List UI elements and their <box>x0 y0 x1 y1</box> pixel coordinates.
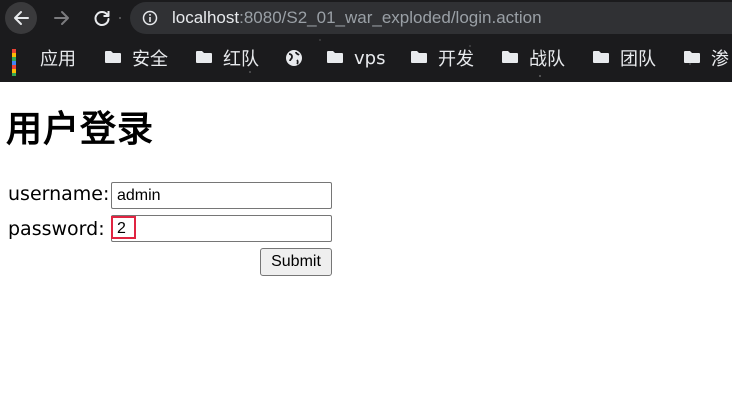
arrow-right-icon <box>54 11 69 25</box>
bookmark-folder-team[interactable]: 战队 <box>501 46 565 70</box>
folder-icon <box>683 49 701 67</box>
reload-button[interactable] <box>86 2 118 34</box>
bookmarks-bar: 应用 安全 红队 vps 开发 战队 团队 渗 <box>0 40 732 76</box>
bookmark-folder-dev[interactable]: 开发 <box>410 46 474 70</box>
bookmark-folder-security[interactable]: 安全 <box>104 46 168 70</box>
submit-button[interactable]: Submit <box>260 248 332 276</box>
bookmark-label: 团队 <box>620 49 656 70</box>
reload-icon <box>94 11 110 26</box>
forward-button[interactable] <box>46 2 78 34</box>
bookmark-label: 应用 <box>40 49 76 70</box>
url-path: :8080/S2_01_war_exploded/login.action <box>239 8 542 27</box>
username-input[interactable] <box>111 182 332 209</box>
bookmark-folder-pentest[interactable]: 渗 <box>683 46 729 70</box>
globe-icon <box>285 49 303 67</box>
password-label: password: <box>8 218 105 240</box>
back-button[interactable] <box>5 2 37 34</box>
apps-grid-icon <box>12 49 30 76</box>
bookmark-label: 红队 <box>223 49 259 70</box>
url-text[interactable]: localhost:8080/S2_01_war_exploded/login.… <box>172 8 542 28</box>
folder-icon <box>501 49 519 67</box>
arrow-left-icon <box>14 11 29 25</box>
bookmark-folder-group[interactable]: 团队 <box>592 46 656 70</box>
bookmark-label: 渗 <box>711 49 729 70</box>
url-host: localhost <box>172 8 240 27</box>
bookmark-folder-vps[interactable]: vps <box>326 46 385 70</box>
bookmark-folder-redteam[interactable]: 红队 <box>195 46 259 70</box>
bookmark-label: vps <box>354 47 386 69</box>
bookmark-label: 战队 <box>529 49 565 70</box>
bookmark-label: 开发 <box>438 49 474 70</box>
folder-icon <box>326 49 344 67</box>
folder-icon <box>104 49 122 67</box>
browser-chrome: localhost:8080/S2_01_war_exploded/login.… <box>0 0 732 82</box>
bookmark-globe[interactable] <box>285 46 313 70</box>
folder-icon <box>195 49 213 67</box>
folder-icon <box>410 49 428 67</box>
page-title: 用户登录 <box>6 109 155 150</box>
password-input[interactable] <box>111 215 332 242</box>
info-icon[interactable] <box>142 10 158 26</box>
folder-icon <box>592 49 610 67</box>
bookmark-label: 安全 <box>132 49 168 70</box>
navigation-bar: localhost:8080/S2_01_war_exploded/login.… <box>0 0 732 36</box>
bookmark-apps[interactable]: 应用 <box>12 46 76 76</box>
username-label: username: <box>8 183 110 205</box>
address-bar[interactable]: localhost:8080/S2_01_war_exploded/login.… <box>130 2 732 34</box>
